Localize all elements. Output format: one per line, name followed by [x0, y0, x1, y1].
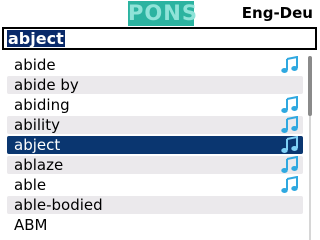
list-item[interactable]: abide by	[7, 76, 303, 94]
list-item[interactable]: able-bodied	[7, 196, 303, 214]
list-item[interactable]: abiding	[7, 95, 303, 114]
list-item-label: ablaze	[14, 156, 64, 174]
list-item[interactable]: ABM	[7, 216, 303, 234]
audio-note-icon[interactable]	[280, 115, 300, 134]
word-list: abide abide by abiding ability abject ablaze a…	[0, 54, 320, 240]
list-item[interactable]: ablaze	[7, 155, 303, 174]
scrollbar-thumb[interactable]	[308, 56, 312, 116]
list-item-label: abiding	[14, 96, 70, 114]
list-item-label: abide by	[14, 76, 79, 94]
list-item-label: abide	[14, 56, 56, 74]
list-item[interactable]: abide	[7, 55, 303, 74]
list-item-label: able-bodied	[14, 196, 103, 214]
app-header: PONS Eng-Deu	[0, 0, 320, 28]
search-input[interactable]: abject	[2, 27, 317, 50]
pons-logo: PONS	[128, 1, 198, 26]
list-item[interactable]: ability	[7, 115, 303, 134]
list-item[interactable]: abject	[7, 135, 303, 154]
audio-note-icon[interactable]	[280, 135, 300, 154]
list-item-label: ABM	[14, 216, 48, 234]
list-item-label: able	[14, 176, 47, 194]
audio-note-icon[interactable]	[280, 55, 300, 74]
audio-note-icon[interactable]	[280, 175, 300, 194]
scrollbar[interactable]	[308, 56, 312, 240]
list-item-label: abject	[14, 136, 61, 154]
list-item[interactable]: able	[7, 175, 303, 194]
audio-note-icon[interactable]	[280, 155, 300, 174]
dictionary-direction-label[interactable]: Eng-Deu	[242, 3, 313, 23]
search-input-value[interactable]: abject	[7, 30, 65, 47]
audio-note-icon[interactable]	[280, 95, 300, 114]
list-item-label: ability	[14, 116, 60, 134]
